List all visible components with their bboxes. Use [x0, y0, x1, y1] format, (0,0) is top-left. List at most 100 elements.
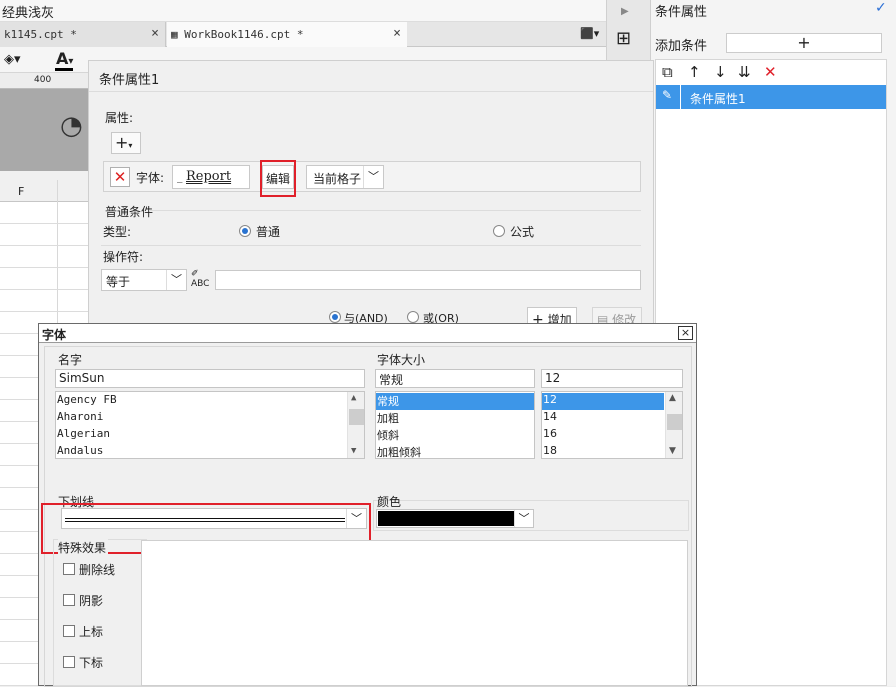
type-normal-radio[interactable] [239, 225, 251, 237]
font-list-item[interactable]: Agency FB [56, 393, 117, 410]
font-name-label: 名字 [58, 353, 83, 367]
tab-workbook1145[interactable]: k1145.cpt * × [0, 22, 166, 47]
edit-pencil-icon[interactable]: ✎ [662, 88, 672, 102]
or-radio[interactable] [407, 311, 419, 323]
add-condition-button[interactable]: + [726, 33, 882, 53]
close-icon[interactable]: × [393, 26, 401, 41]
document-tab-strip: k1145.cpt * × ▦ WorkBook1146.cpt * × ⬛▾ [0, 22, 606, 47]
scroll-up-icon[interactable]: ▲ [351, 393, 356, 403]
divider [101, 245, 641, 246]
plus-icon: + [115, 133, 129, 152]
close-icon[interactable]: × [678, 326, 693, 340]
tab-label: k1145.cpt * [4, 28, 77, 41]
design-canvas: ◔ [0, 89, 90, 171]
add-condition-label: 添加条件 [655, 39, 708, 54]
scroll-down-icon[interactable]: ▼ [351, 446, 356, 456]
and-radio[interactable] [329, 311, 341, 323]
font-preview: _ Report [172, 165, 250, 189]
divider [89, 91, 653, 92]
color-select[interactable]: ﹀ [376, 509, 534, 528]
column-header: F [0, 180, 90, 202]
effects-label: 特殊效果 [58, 539, 109, 556]
chevron-down-icon: ▾ [128, 141, 133, 150]
font-color-bar [55, 68, 73, 71]
style-list-item[interactable]: 倾斜 [376, 427, 399, 444]
operator-select[interactable]: 等于 ﹀ [101, 269, 187, 291]
panel-toggle-icon[interactable]: ⊞ [616, 28, 631, 49]
scrollbar[interactable]: ▲ ▼ [347, 392, 364, 458]
sort-icon[interactable]: ⇊ [738, 63, 751, 81]
superscript-checkbox[interactable] [63, 625, 75, 637]
dialog-title: 条件属性1 [99, 73, 160, 88]
strikethrough-checkbox[interactable] [63, 563, 75, 575]
ruler-mark: 400 [34, 75, 52, 85]
font-name-input[interactable]: SimSun [55, 369, 365, 388]
chevron-down-icon[interactable]: ﹀ [514, 510, 533, 527]
move-down-icon[interactable]: ↓ [714, 63, 727, 81]
font-preview-area [141, 540, 688, 686]
scroll-thumb[interactable] [667, 414, 682, 430]
scope-select[interactable]: 当前格子 ﹀ [306, 165, 384, 189]
font-style-input[interactable]: 常规 [375, 369, 535, 388]
copy-icon[interactable]: ⧉ [662, 63, 673, 81]
paint-bucket-icon[interactable]: ◈▾ [4, 52, 21, 67]
delete-attribute-button[interactable]: ✕ [110, 167, 130, 187]
panel-title: 条件属性 [655, 5, 708, 20]
font-dialog: 字体 × 名字 SimSun Agency FB Aharoni Algeria… [38, 323, 697, 687]
font-attribute-row: ✕ 字体: _ Report 编辑 当前格子 ﹀ [103, 160, 641, 197]
column-label: F [18, 185, 25, 198]
tab-menu-icon[interactable]: ⬛▾ [580, 27, 599, 40]
scrollbar[interactable]: ▲ ▼ [665, 392, 682, 458]
grid-icon: ▦ [171, 28, 178, 41]
chevron-down-icon[interactable]: ﹀ [166, 270, 186, 290]
size-list-item[interactable]: 16 [542, 427, 557, 444]
condition-list-toolbar: ⧉ ↑ ↓ ⇊ ✕ [656, 60, 886, 86]
normal-condition-label: 普通条件 [105, 205, 154, 219]
scope-value: 当前格子 [313, 172, 362, 186]
condition-attribute-dialog: 条件属性1 属性: +▾ ✕ 字体: _ Report 编辑 当前格子 ﹀ 普通… [88, 60, 654, 340]
font-size-list[interactable]: 12 14 16 18 ▲ ▼ [541, 391, 683, 459]
tab-workbook1146[interactable]: ▦ WorkBook1146.cpt * × [167, 22, 407, 47]
scroll-up-icon[interactable]: ▲ [669, 393, 676, 403]
divider [149, 210, 641, 211]
chevron-down-icon[interactable]: ﹀ [363, 166, 383, 188]
superscript-label: 上标 [79, 625, 104, 639]
condition-item[interactable]: ✎ 条件属性1 [656, 85, 886, 109]
expand-arrow-icon[interactable]: ▶ [621, 6, 629, 17]
font-list-item[interactable]: Aharoni [56, 410, 103, 427]
add-attribute-button[interactable]: +▾ [111, 132, 141, 154]
size-list-item[interactable]: 12 [542, 393, 664, 410]
scroll-thumb[interactable] [349, 409, 364, 425]
preview-text: Report [186, 169, 232, 184]
shadow-label: 阴影 [79, 594, 104, 608]
style-list-item[interactable]: 加粗 [376, 410, 399, 427]
font-style-list[interactable]: 常规 加粗 倾斜 加粗倾斜 [375, 391, 535, 459]
shadow-checkbox[interactable] [63, 594, 75, 606]
move-up-icon[interactable]: ↑ [688, 63, 701, 81]
size-list-item[interactable]: 14 [542, 410, 557, 427]
theme-name: 经典浅灰 [2, 6, 55, 21]
delete-icon[interactable]: ✕ [764, 63, 777, 81]
style-list-item[interactable]: 加粗倾斜 [376, 444, 421, 458]
check-icon[interactable]: ✓ [875, 0, 887, 16]
operator-value-input[interactable] [215, 270, 641, 290]
close-icon[interactable]: × [151, 26, 159, 41]
font-list-item[interactable]: Algerian [56, 427, 110, 444]
style-list-item[interactable]: 常规 [376, 393, 534, 410]
tab-label: WorkBook1146.cpt * [184, 28, 304, 41]
highlight-box [260, 160, 296, 197]
font-dialog-title: 字体 [42, 328, 67, 342]
size-list-item[interactable]: 18 [542, 444, 557, 458]
font-list-item[interactable]: Andalus [56, 444, 103, 458]
font-name-list[interactable]: Agency FB Aharoni Algerian Andalus ▲ ▼ [55, 391, 365, 459]
font-size-input[interactable]: 12 [541, 369, 683, 388]
type-normal-label: 普通 [256, 225, 281, 239]
scroll-down-icon[interactable]: ▼ [669, 446, 676, 456]
ruler: 400 [0, 73, 90, 89]
font-color-icon[interactable]: A▾ [56, 49, 73, 68]
type-formula-radio[interactable] [493, 225, 505, 237]
subscript-checkbox[interactable] [63, 656, 75, 668]
abc-value-type-icon[interactable]: ✐ ABC [191, 269, 209, 289]
divider [680, 85, 681, 109]
type-formula-label: 公式 [510, 225, 535, 239]
